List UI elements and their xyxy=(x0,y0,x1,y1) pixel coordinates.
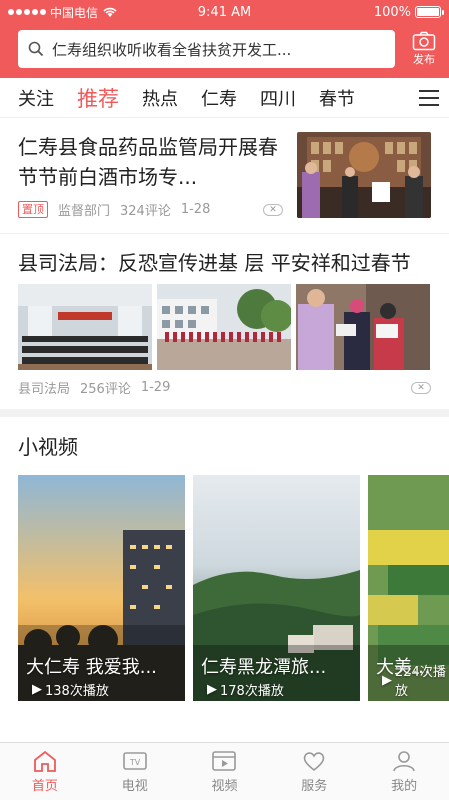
video-plays: ▶ 224次播放 xyxy=(382,665,446,699)
section-divider xyxy=(0,409,449,417)
video-card[interactable]: 大美仁寿 ▶ 224次播放 xyxy=(368,475,449,701)
tab-spring-festival[interactable]: 春节 xyxy=(319,85,355,111)
battery-icon xyxy=(415,6,444,18)
news-title: 县司法局：反恐宣传进基 层 平安祥和过春节 xyxy=(18,251,411,275)
user-icon xyxy=(393,751,415,772)
search-row: 仁寿组织收听收看全省扶贫开发工... 发布 xyxy=(0,24,449,68)
news-date: 1-28 xyxy=(180,202,211,217)
signal-icon xyxy=(8,9,46,15)
video-icon xyxy=(212,751,237,771)
news-image xyxy=(18,284,152,370)
search-input[interactable]: 仁寿组织收听收看全省扶贫开发工... xyxy=(18,30,395,68)
play-icon: ▶ xyxy=(207,682,217,697)
tab-follow[interactable]: 关注 xyxy=(18,85,54,111)
camera-icon xyxy=(412,31,436,51)
news-date: 1-29 xyxy=(140,380,171,395)
section-title: 小视频 xyxy=(18,435,78,459)
search-icon xyxy=(28,41,44,57)
tab-hot[interactable]: 热点 xyxy=(142,85,178,111)
home-icon xyxy=(33,750,56,772)
app-root: 中国电信 9:41 AM 100% 仁寿组织收听收看全省扶贫开发工... 发布 … xyxy=(0,0,449,800)
news-image xyxy=(296,284,430,370)
news-item[interactable]: 仁寿县食品药品监管局开展春节节前白酒市场专... 置顶 监督部门 324评论 1… xyxy=(0,118,449,234)
tabbar-tv[interactable]: TV 电视 xyxy=(90,743,180,800)
battery-percent: 100% xyxy=(373,4,411,20)
tv-icon: TV xyxy=(122,752,147,770)
heart-icon xyxy=(303,752,325,772)
news-source: 监督部门 xyxy=(58,204,111,219)
dismiss-icon[interactable]: ✕ xyxy=(263,203,283,216)
news-meta: 置顶 监督部门 324评论 1-28 ✕ xyxy=(18,200,283,219)
news-source: 县司法局 xyxy=(18,382,71,397)
dismiss-icon[interactable]: ✕ xyxy=(411,381,431,394)
video-plays: ▶ 178次播放 xyxy=(207,682,284,699)
news-image-row xyxy=(18,284,431,370)
play-icon: ▶ xyxy=(382,672,392,688)
channel-tabs: 关注 推荐 热点 仁寿 四川 春节 xyxy=(0,78,449,118)
tab-renshou[interactable]: 仁寿 xyxy=(201,85,237,111)
publish-button[interactable]: 发布 xyxy=(409,31,439,67)
menu-icon[interactable] xyxy=(419,89,439,106)
tabbar-home[interactable]: 首页 xyxy=(0,743,90,800)
tab-recommend[interactable]: 推荐 xyxy=(77,83,119,113)
video-plays: ▶ 138次播放 xyxy=(32,682,109,699)
news-item[interactable]: 县司法局：反恐宣传进基 层 平安祥和过春节 县司法局 256评论 1-29 ✕ xyxy=(0,234,449,409)
svg-text:TV: TV xyxy=(129,758,141,767)
wifi-icon xyxy=(103,7,117,17)
pinned-badge: 置顶 xyxy=(18,201,48,218)
news-title: 仁寿县食品药品监管局开展春节节前白酒市场专... xyxy=(18,135,278,189)
news-comments: 324评论 xyxy=(120,204,171,219)
news-meta: 县司法局 256评论 1-29 ✕ xyxy=(18,378,431,397)
video-carousel[interactable]: 大仁寿 我爱我... ▶ 138次播放 仁寿黑龙潭旅... ▶ 178次播放 大… xyxy=(0,475,449,701)
news-image xyxy=(157,284,291,370)
status-bar: 中国电信 9:41 AM 100% xyxy=(0,0,449,24)
bottom-tab-bar: 首页 TV 电视 视频 服务 我的 xyxy=(0,742,449,800)
video-card[interactable]: 仁寿黑龙潭旅... ▶ 178次播放 xyxy=(193,475,360,701)
search-hint: 仁寿组织收听收看全省扶贫开发工... xyxy=(52,40,292,59)
video-title: 大仁寿 我爱我... xyxy=(26,657,157,678)
tabbar-me[interactable]: 我的 xyxy=(359,743,449,800)
news-feed: 仁寿县食品药品监管局开展春节节前白酒市场专... 置顶 监督部门 324评论 1… xyxy=(0,118,449,409)
tabbar-video[interactable]: 视频 xyxy=(180,743,270,800)
publish-label: 发布 xyxy=(413,53,435,66)
tabbar-service[interactable]: 服务 xyxy=(269,743,359,800)
header: 中国电信 9:41 AM 100% 仁寿组织收听收看全省扶贫开发工... 发布 xyxy=(0,0,449,78)
video-card[interactable]: 大仁寿 我爱我... ▶ 138次播放 xyxy=(18,475,185,701)
short-video-section: 小视频 大仁寿 我爱我... ▶ 138次播放 仁寿黑龙潭旅... ▶ 178次… xyxy=(0,417,449,701)
battery-group: 100% xyxy=(373,4,444,20)
news-text: 仁寿县食品药品监管局开展春节节前白酒市场专... 置顶 监督部门 324评论 1… xyxy=(18,132,297,219)
video-title: 仁寿黑龙潭旅... xyxy=(201,657,327,678)
carrier-name: 中国电信 xyxy=(50,5,99,20)
play-icon: ▶ xyxy=(32,682,42,697)
carrier-group: 中国电信 xyxy=(8,4,118,21)
news-thumbnail xyxy=(297,132,431,218)
news-comments: 256评论 xyxy=(80,382,131,397)
tab-sichuan[interactable]: 四川 xyxy=(260,85,296,111)
